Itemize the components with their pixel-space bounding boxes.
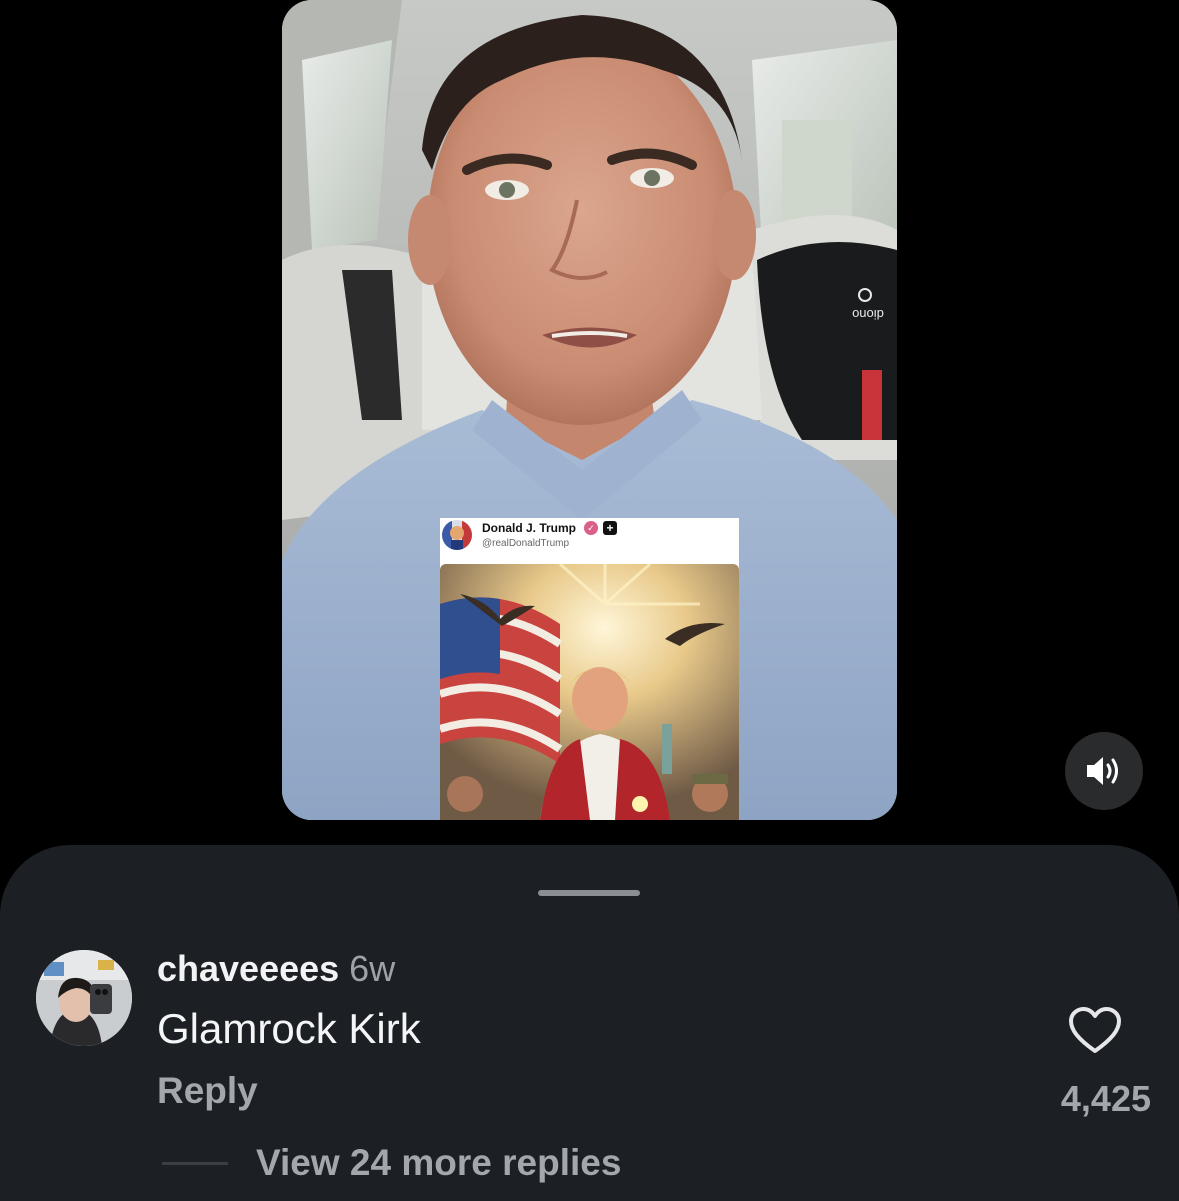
comments-sheet: chaveeees 6w Glamrock Kirk Reply 4,425 Vi… [0,845,1179,1201]
like-count: 4,425 [1060,1078,1151,1119]
commenter-avatar[interactable] [36,950,132,1046]
seat-brand-text: diono [852,307,884,322]
sheet-drag-handle[interactable] [538,890,640,896]
speaker-icon [1087,757,1118,785]
view-replies-button[interactable]: View 24 more replies [256,1142,621,1184]
verified-check-icon: ✓ [584,521,598,535]
comment-body: Glamrock Kirk [157,1005,421,1052]
post-image [440,564,739,820]
replies-divider [162,1162,228,1165]
post-author-name: Donald J. Trump [482,521,577,535]
comment-header: chaveeees 6w [157,948,395,990]
embedded-post-card: Donald J. Trump ✓ + @realDonaldTrump [440,518,739,820]
app-screen: diono Donald J. Trump ✓ + @realDonaldTru… [0,0,1179,1201]
comment-username[interactable]: chaveeees [157,948,339,989]
plus-badge-icon: + [603,521,617,535]
heart-icon[interactable] [1068,1007,1122,1055]
comment-timestamp: 6w [349,948,396,989]
sound-toggle-button[interactable] [1065,732,1143,810]
post-author-handle: @realDonaldTrump [482,538,570,549]
reply-button[interactable]: Reply [157,1070,258,1112]
video-player[interactable]: diono Donald J. Trump ✓ + @realDonaldTru… [282,0,897,820]
post-author-avatar [442,520,472,550]
